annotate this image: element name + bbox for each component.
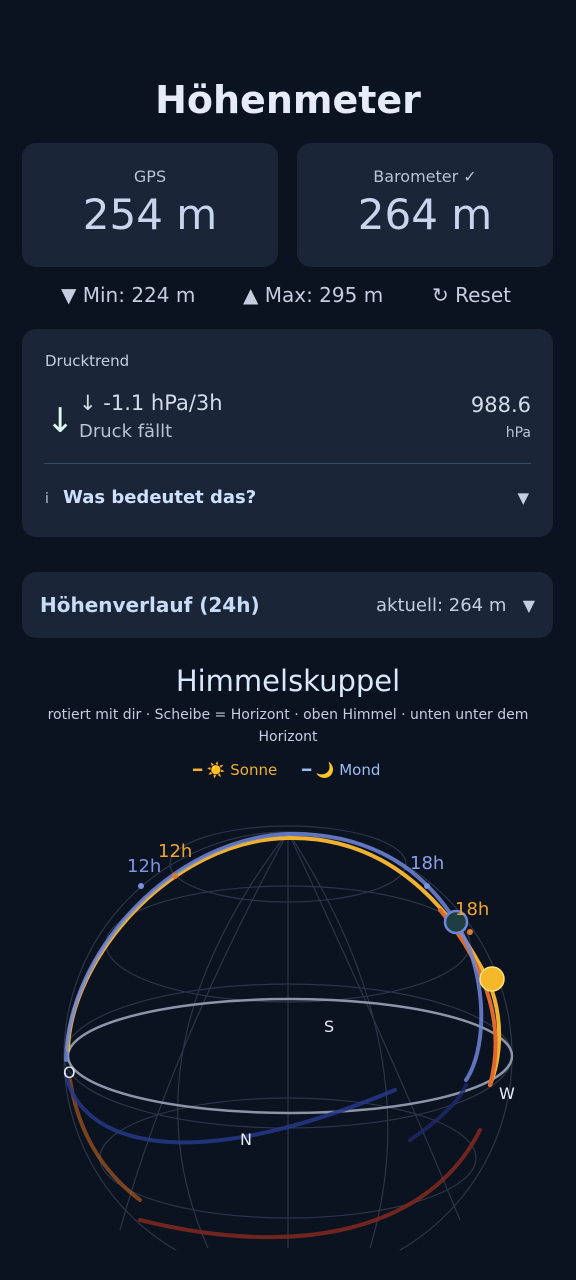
page-title: Höhenmeter (155, 78, 421, 122)
moon-12h-label: 12h (127, 856, 161, 877)
chevron-down-icon[interactable]: ▼ (523, 596, 535, 615)
arrow-down-icon: ↓ (46, 401, 75, 441)
gps-label: GPS (133, 167, 167, 186)
legend-sun: ━ ☀️ Sonne (193, 761, 278, 779)
sun-12h-label: 12h (158, 841, 192, 862)
min-max-row: ▼ Min: 224 m ▲ Max: 295 m ↻ Reset (0, 283, 576, 311)
sun-marker[interactable] (479, 966, 505, 992)
pressure-trend-header: Drucktrend (45, 352, 130, 370)
reset-button[interactable]: ↻ Reset (432, 283, 511, 307)
sky-legend: ━ ☀️ Sonne ━ 🌙 Mond (0, 761, 576, 783)
pressure-status: Druck fällt (79, 421, 173, 442)
sky-dome[interactable]: 12h 12h 18h 18h S N W O (0, 800, 576, 1250)
barometer-altitude-card[interactable]: Barometer ✓ 264 m (297, 143, 553, 267)
altitude-history-title: Höhenverlauf (24h) (40, 593, 260, 617)
gps-value: 254 m (82, 190, 218, 239)
altitude-current: aktuell: 264 m (376, 595, 507, 616)
pressure-rate: ↓ -1.1 hPa/3h (79, 391, 223, 415)
sky-dome-subtitle: rotiert mit dir · Scheibe = Horizont · o… (47, 707, 529, 745)
sun-path (66, 835, 502, 1240)
legend-moon: ━ 🌙 Mond (302, 761, 381, 779)
compass-west: W (499, 1084, 515, 1103)
altitude-history-expander[interactable]: Höhenverlauf (24h) aktuell: 264 m ▼ (22, 572, 553, 638)
horizon-disc (66, 997, 514, 1115)
sky-dome-title: Himmelskuppel (175, 664, 401, 698)
pressure-trend-card: Drucktrend ↓ ↓ -1.1 hPa/3h Druck fällt 9… (22, 329, 553, 537)
chevron-down-icon[interactable]: ▼ (517, 489, 529, 507)
compass-south: S (324, 1017, 334, 1036)
pressure-unit: hPa (505, 425, 531, 441)
gps-altitude-card: GPS 254 m (22, 143, 278, 267)
min-altitude: ▼ Min: 224 m (61, 283, 196, 307)
barometer-value: 264 m (357, 190, 493, 239)
dome-grid (63, 825, 513, 1250)
barometer-label: Barometer ✓ (373, 167, 477, 186)
sun-18h-label: 18h (455, 899, 489, 920)
divider (44, 463, 531, 464)
compass-east: O (63, 1063, 76, 1082)
compass-north: N (240, 1130, 252, 1149)
info-icon: i (45, 491, 49, 507)
info-expander[interactable]: Was bedeutet das? (63, 487, 256, 508)
max-altitude: ▲ Max: 295 m (243, 283, 384, 307)
moon-18h-label: 18h (410, 853, 444, 874)
pressure-value: 988.6 (470, 393, 531, 417)
